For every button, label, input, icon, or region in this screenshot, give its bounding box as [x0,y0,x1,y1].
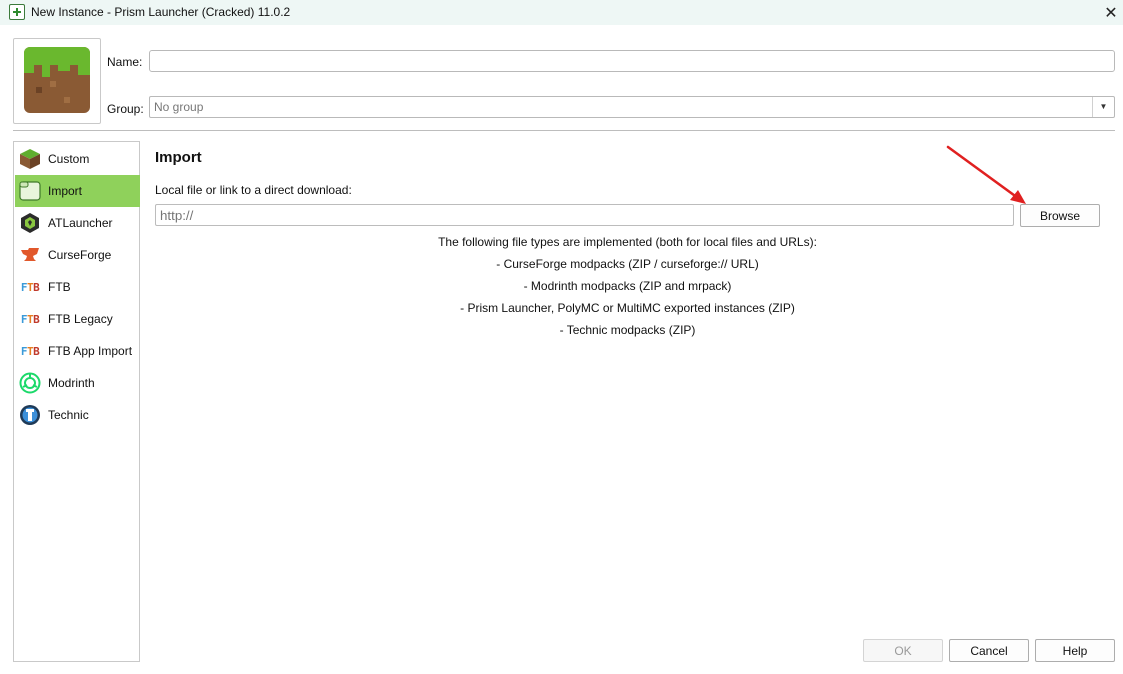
sidebar: Custom Import ATLauncher CurseForge FTB … [13,141,140,662]
help-button[interactable]: Help [1035,639,1115,662]
sidebar-item-technic[interactable]: Technic [15,399,140,431]
sidebar-item-label: Import [48,184,83,198]
sidebar-item-import[interactable]: Import [15,175,140,207]
grass-block-icon [19,148,41,170]
chevron-down-icon[interactable]: ▼ [1092,97,1114,117]
info-text: The following file types are implemented… [438,235,817,249]
sidebar-item-label: FTB Legacy [48,312,113,326]
annotation-arrow-icon [946,145,1026,204]
ftb-icon: FTB [20,344,40,358]
name-input[interactable] [149,50,1115,72]
modrinth-icon [19,372,41,394]
info-text: - CurseForge modpacks (ZIP / curseforge:… [496,257,759,271]
sidebar-item-ftb-app-import[interactable]: FTB FTB App Import [15,335,140,367]
sidebar-item-label: Custom [48,152,90,166]
curseforge-icon [19,244,41,266]
local-file-label: Local file or link to a direct download: [155,183,352,197]
url-input[interactable] [155,204,1014,226]
sidebar-item-label: CurseForge [48,248,112,262]
grass-block-icon [24,47,90,113]
sidebar-item-label: Modrinth [48,376,95,390]
close-button[interactable]: ✕ [1099,0,1123,25]
sidebar-item-modrinth[interactable]: Modrinth [15,367,140,399]
info-text: - Prism Launcher, PolyMC or MultiMC expo… [460,301,795,315]
page-title: Import [155,149,202,166]
ok-button[interactable]: OK [863,639,943,662]
sidebar-item-ftb[interactable]: FTB FTB [15,271,140,303]
title-bar: New Instance - Prism Launcher (Cracked) … [0,0,1123,25]
sidebar-item-curseforge[interactable]: CurseForge [15,239,140,271]
group-select-value: No group [154,100,204,114]
ftb-icon: FTB [20,280,40,294]
app-icon [9,4,25,20]
window-title: New Instance - Prism Launcher (Cracked) … [31,5,291,19]
ftb-icon: FTB [20,312,40,326]
divider [13,130,1115,131]
sidebar-item-ftb-legacy[interactable]: FTB FTB Legacy [15,303,140,335]
sidebar-item-label: ATLauncher [48,216,113,230]
folder-icon [19,180,41,202]
sidebar-item-label: FTB [48,280,71,294]
sidebar-item-label: FTB App Import [48,344,133,358]
sidebar-item-custom[interactable]: Custom [15,143,140,175]
sidebar-item-atlauncher[interactable]: ATLauncher [15,207,140,239]
group-select[interactable]: No group ▼ [149,96,1115,118]
name-label: Name: [107,55,143,69]
info-text: - Technic modpacks (ZIP) [559,323,696,337]
info-text: - Modrinth modpacks (ZIP and mrpack) [523,279,732,293]
group-label: Group: [107,102,144,116]
sidebar-item-label: Technic [48,408,89,422]
browse-button[interactable]: Browse [1020,204,1100,227]
cancel-button[interactable]: Cancel [949,639,1029,662]
instance-icon-button[interactable] [13,38,101,124]
technic-icon [19,404,41,426]
atlauncher-icon [19,212,41,234]
